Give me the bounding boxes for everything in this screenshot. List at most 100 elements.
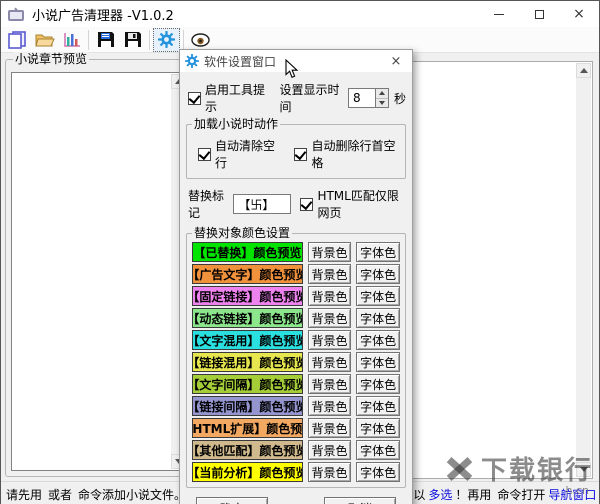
enable-tooltip-checkbox[interactable] xyxy=(188,91,201,105)
scroll-up-icon[interactable] xyxy=(576,63,591,78)
save-button[interactable] xyxy=(119,28,146,52)
bg-color-button[interactable]: 背景色 xyxy=(307,440,352,460)
dialog-title: 软件设置窗口 xyxy=(204,54,277,69)
color-preview-label: 【其他匹配】颜色预览 xyxy=(192,440,303,460)
save-list-button[interactable] xyxy=(92,28,119,52)
toolbar-separator xyxy=(88,29,89,50)
close-icon: × xyxy=(573,6,585,22)
navigation-chart-button[interactable] xyxy=(58,28,85,52)
minimize-button[interactable] xyxy=(479,1,519,27)
bg-color-button[interactable]: 背景色 xyxy=(307,418,352,438)
bg-color-button[interactable]: 背景色 xyxy=(307,462,352,482)
chapter-preview-title: 小说章节预览 xyxy=(13,52,90,66)
spinner-down-button[interactable] xyxy=(375,97,388,107)
dialog-body: 启用工具提示 设置显示时间 8 秒 加载小说时动作 自动清除空行 自动删除行首空… xyxy=(180,72,412,504)
display-time-value[interactable]: 8 xyxy=(347,88,376,108)
title-bar: 小说广告清理器 -V1.0.2 × xyxy=(1,1,599,27)
bg-color-button[interactable]: 背景色 xyxy=(307,242,352,262)
font-color-button[interactable]: 字体色 xyxy=(356,330,400,350)
save-list-icon xyxy=(97,32,114,47)
settings-button[interactable] xyxy=(153,27,180,52)
cancel-button[interactable]: 取消 xyxy=(324,497,396,504)
window-title: 小说广告清理器 -V1.0.2 xyxy=(32,8,174,24)
scroll-down-icon[interactable] xyxy=(576,462,591,477)
font-color-button[interactable]: 字体色 xyxy=(356,242,400,262)
app-window: 小说广告清理器 -V1.0.2 × 小说章节预览 请先用 或者 命令添加小说文件… xyxy=(0,0,600,504)
font-color-button[interactable]: 字体色 xyxy=(356,308,400,328)
bg-color-button[interactable]: 背景色 xyxy=(307,308,352,328)
status-multi-select: 多选 xyxy=(428,487,453,502)
status-text: 或者 xyxy=(48,487,73,502)
dialog-title-bar: 软件设置窗口 × xyxy=(180,50,412,72)
bg-color-button[interactable]: 背景色 xyxy=(307,330,352,350)
html-match-label: HTML匹配仅限网页 xyxy=(317,189,399,220)
color-preview-label: 【广告文字】颜色预览 xyxy=(192,264,303,284)
dialog-close-button[interactable]: × xyxy=(385,54,407,69)
settings-gear-icon xyxy=(158,31,175,48)
color-row-link-gap: 【链接间隔】颜色预览 背景色 字体色 xyxy=(192,396,400,416)
auto-clear-blank-checkbox[interactable] xyxy=(198,147,211,161)
close-button[interactable]: × xyxy=(559,1,599,27)
auto-trim-leading-checkbox[interactable] xyxy=(294,147,308,161)
color-preview-label: 【已替换】颜色预览 xyxy=(192,242,303,262)
time-spinner xyxy=(375,88,389,108)
font-color-button[interactable]: 字体色 xyxy=(356,418,400,438)
color-row-replaced: 【已替换】颜色预览 背景色 字体色 xyxy=(192,242,400,262)
color-row-ad-text: 【广告文字】颜色预览 背景色 字体色 xyxy=(192,264,400,284)
replace-mark-input[interactable]: 【卐】 xyxy=(233,194,292,214)
add-files-button[interactable] xyxy=(4,28,31,52)
maximize-button[interactable] xyxy=(519,1,559,27)
html-match-checkbox[interactable] xyxy=(300,197,314,211)
font-color-button[interactable]: 字体色 xyxy=(356,264,400,284)
chapter-preview-group: 小说章节预览 xyxy=(5,52,194,477)
color-preview-label: 【链接混用】颜色预览 xyxy=(192,352,303,372)
status-text: 命令添加小说文件。 xyxy=(78,487,187,502)
seconds-label: 秒 xyxy=(393,91,406,106)
settings-gear-icon xyxy=(185,54,199,68)
color-preview-label: 【文字混用】颜色预览 xyxy=(192,330,303,350)
font-color-button[interactable]: 字体色 xyxy=(356,286,400,306)
maximize-icon xyxy=(534,9,544,19)
status-text: 命令打开 xyxy=(497,487,546,502)
bg-color-button[interactable]: 背景色 xyxy=(307,374,352,394)
color-preview-label: 【HTML扩展】颜色预览 xyxy=(192,418,303,438)
chapter-list[interactable] xyxy=(11,72,188,471)
chart-icon xyxy=(63,32,80,47)
status-nav-window: 导航窗口 xyxy=(548,487,597,502)
eye-icon xyxy=(191,32,210,47)
bg-color-button[interactable]: 背景色 xyxy=(307,396,352,416)
font-color-button[interactable]: 字体色 xyxy=(356,352,400,372)
color-row-mixed-link: 【链接混用】颜色预览 背景色 字体色 xyxy=(192,352,400,372)
replace-mark-label: 替换标记 xyxy=(188,189,225,220)
save-icon xyxy=(124,32,141,47)
font-color-button[interactable]: 字体色 xyxy=(356,374,400,394)
bg-color-button[interactable]: 背景色 xyxy=(307,264,352,284)
bg-color-button[interactable]: 背景色 xyxy=(307,352,352,372)
display-time-label: 设置显示时间 xyxy=(279,83,340,114)
app-icon xyxy=(8,3,25,22)
status-text: ！再用 xyxy=(455,487,492,502)
color-preview-label: 【文字间隔】颜色预览 xyxy=(192,374,303,394)
font-color-button[interactable]: 字体色 xyxy=(356,440,400,460)
font-color-button[interactable]: 字体色 xyxy=(356,396,400,416)
auto-clear-blank-label: 自动清除空行 xyxy=(215,139,276,170)
preview-eye-button[interactable] xyxy=(187,28,214,52)
color-row-html-ext: 【HTML扩展】颜色预览 背景色 字体色 xyxy=(192,418,400,438)
bg-color-button[interactable]: 背景色 xyxy=(307,286,352,306)
text-area-scrollbar[interactable] xyxy=(576,63,591,477)
color-preview-label: 【当前分析】颜色预览 xyxy=(192,462,303,482)
color-row-fixed-link: 【固定链接】颜色预览 背景色 字体色 xyxy=(192,286,400,306)
minimize-icon xyxy=(494,13,504,15)
copy-icon xyxy=(8,30,26,49)
color-row-other-match: 【其他匹配】颜色预览 背景色 字体色 xyxy=(192,440,400,460)
font-color-button[interactable]: 字体色 xyxy=(356,462,400,482)
status-text: 请先用 xyxy=(6,487,43,502)
color-row-mixed-text: 【文字混用】颜色预览 背景色 字体色 xyxy=(192,330,400,350)
load-actions-group: 加载小说时动作 自动清除空行 自动删除行首空格 xyxy=(186,117,406,179)
color-settings-group: 替换对象颜色设置 【已替换】颜色预览 背景色 字体色 【广告文字】颜色预览 背景… xyxy=(186,226,406,488)
open-folder-button[interactable] xyxy=(31,28,58,52)
enable-tooltip-label: 启用工具提示 xyxy=(205,83,266,114)
spinner-up-button[interactable] xyxy=(375,89,388,98)
ok-button[interactable]: 确定 xyxy=(196,497,268,504)
toolbar-separator xyxy=(149,29,150,50)
